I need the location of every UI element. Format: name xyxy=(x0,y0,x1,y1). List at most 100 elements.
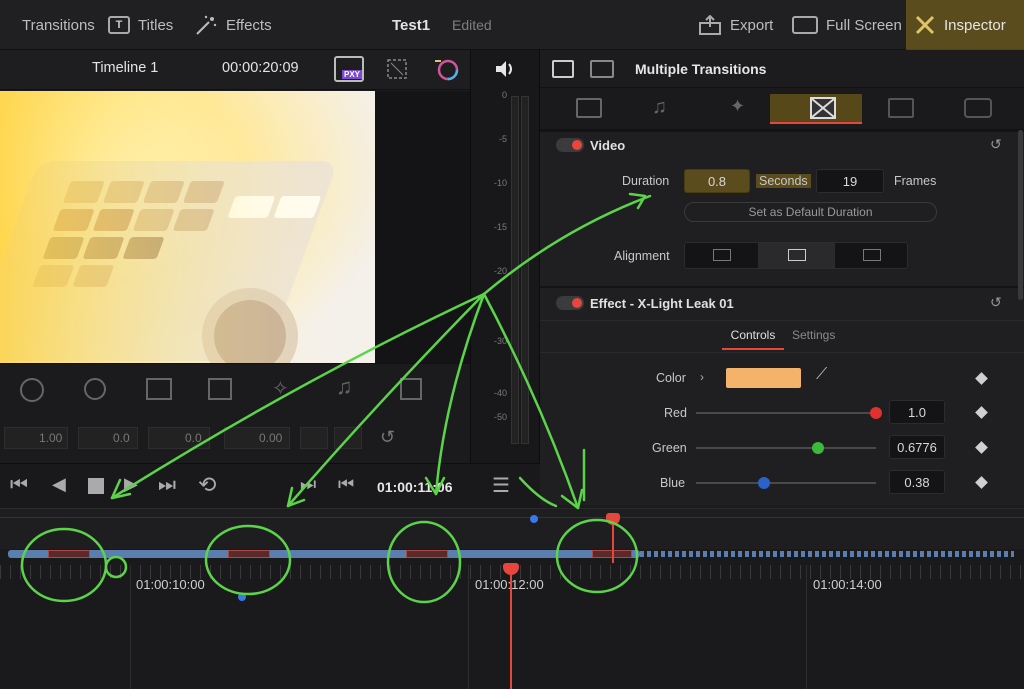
crop-icon[interactable] xyxy=(208,378,232,400)
sparkle-icon[interactable]: ✧ xyxy=(272,376,289,401)
align-start-button[interactable] xyxy=(835,243,909,268)
skip-to-end-icon[interactable]: ⏭ xyxy=(158,474,176,497)
divider xyxy=(540,352,1024,353)
meter-tick: -10 xyxy=(493,178,507,188)
duration-frames-input[interactable]: 19 xyxy=(816,169,884,193)
grid-line xyxy=(130,565,131,689)
keyframe-diamond-icon[interactable] xyxy=(975,476,988,489)
tab-controls[interactable]: Controls xyxy=(722,328,784,350)
viewer-frame[interactable] xyxy=(0,91,375,363)
blue-label: Blue xyxy=(660,476,686,490)
transitions-tab[interactable]: Transitions xyxy=(0,0,95,50)
last-frame-icon[interactable]: ⏮ xyxy=(338,474,354,495)
tilt-field[interactable]: 0.0 xyxy=(148,427,210,449)
chevron-right-icon[interactable]: › xyxy=(700,370,704,384)
keyframe-diamond-icon[interactable] xyxy=(975,406,988,419)
grid-line xyxy=(468,565,469,689)
green-slider-knob[interactable] xyxy=(811,442,824,454)
inspector-scrollbar[interactable] xyxy=(1018,130,1023,300)
music-icon[interactable]: ♫ xyxy=(336,374,353,400)
transition-tab-icon xyxy=(810,97,836,119)
timeline-clip-remaining[interactable] xyxy=(640,551,1014,557)
video-section-title: Video xyxy=(590,138,626,153)
keyframe-diamond-icon[interactable] xyxy=(975,441,988,454)
speaker-icon[interactable] xyxy=(493,58,519,80)
export-label: Export xyxy=(730,16,774,34)
audio-tab-icon[interactable]: ♫ xyxy=(652,96,667,119)
divider xyxy=(540,320,1024,321)
viewer-header: Timeline 1 00:00:20:09 PXY xyxy=(0,50,470,90)
duration-seconds-input[interactable]: 0.8 xyxy=(684,169,750,193)
loop-icon[interactable]: ⟲ xyxy=(198,472,216,498)
eyedropper-icon[interactable]: ⟋ xyxy=(816,366,827,384)
flip-horizontal-icon[interactable] xyxy=(300,427,328,449)
next-frame-icon[interactable]: ⏭ xyxy=(300,474,316,495)
green-slider[interactable] xyxy=(696,442,876,454)
3d-box-icon[interactable] xyxy=(146,378,172,400)
red-slider-knob[interactable] xyxy=(870,407,882,419)
image-icon[interactable] xyxy=(552,60,574,78)
top-toolbar: Transitions T Titles Effects Test1 Edite… xyxy=(0,0,1024,50)
effects-tab-icon[interactable]: ✦ xyxy=(730,96,745,117)
blue-value-input[interactable]: 0.38 xyxy=(889,470,945,494)
transition-tab[interactable] xyxy=(770,94,862,124)
speed-icon[interactable] xyxy=(84,378,106,400)
marker-dot[interactable] xyxy=(530,515,538,523)
video-tab-icon[interactable] xyxy=(576,98,602,118)
titles-tab[interactable]: T Titles xyxy=(108,0,173,50)
zoom-field[interactable]: 1.00 xyxy=(4,427,68,449)
align-end-button[interactable] xyxy=(685,243,759,268)
play-icon[interactable]: ▶ xyxy=(124,474,138,495)
color-swatch[interactable] xyxy=(726,368,801,388)
proxy-button[interactable]: PXY xyxy=(334,56,364,82)
timeline-clip[interactable] xyxy=(8,550,640,558)
position-field[interactable]: 0.0 xyxy=(78,427,138,449)
transition-marker[interactable] xyxy=(406,550,448,558)
reset-icon[interactable]: ↺ xyxy=(990,136,1002,153)
safe-area-icon[interactable] xyxy=(384,56,410,82)
reset-icon[interactable]: ↺ xyxy=(380,427,395,448)
stop-icon[interactable] xyxy=(88,478,104,494)
ruler-label: 01:00:10:00 xyxy=(136,577,205,592)
transition-marker[interactable] xyxy=(48,550,90,558)
effect-enable-toggle[interactable] xyxy=(556,296,584,310)
red-slider[interactable] xyxy=(696,407,882,419)
set-default-duration-button[interactable]: Set as Default Duration xyxy=(684,202,937,222)
image-tab-icon[interactable] xyxy=(888,98,914,118)
fullscreen-button[interactable]: Full Screen xyxy=(792,0,902,50)
viewer-tools: ✧ ♫ xyxy=(0,363,470,415)
meter-tick: -15 xyxy=(493,222,507,232)
tab-settings[interactable]: Settings xyxy=(792,328,835,342)
titles-label: Titles xyxy=(138,16,174,34)
align-center-button[interactable] xyxy=(759,243,835,268)
export-frame-icon[interactable] xyxy=(400,378,422,400)
color-wheel-icon[interactable] xyxy=(432,56,460,84)
playhead-line-top xyxy=(612,519,614,563)
upper-ruler xyxy=(0,509,1024,549)
rotation-field[interactable]: 0.00 xyxy=(224,427,290,449)
green-value-input[interactable]: 0.6776 xyxy=(889,435,945,459)
play-reverse-icon[interactable]: ◀ xyxy=(52,474,66,495)
export-button[interactable]: Export xyxy=(698,0,773,50)
inspector-title: Multiple Transitions xyxy=(635,61,767,77)
transition-marker[interactable] xyxy=(228,550,270,558)
tools-icon xyxy=(915,15,935,35)
skip-to-start-icon[interactable]: ⏮ xyxy=(10,474,28,497)
flip-vertical-icon[interactable] xyxy=(334,427,362,449)
file-tab-icon[interactable] xyxy=(964,98,992,118)
effects-tab[interactable]: Effects xyxy=(194,0,272,50)
blue-slider[interactable] xyxy=(696,477,876,489)
video-enable-toggle[interactable] xyxy=(556,138,584,152)
red-value-input[interactable]: 1.0 xyxy=(889,400,945,424)
timeline[interactable]: 01:00:10:00 01:00:12:00 01:00:14:00 xyxy=(0,508,1024,689)
menu-icon[interactable]: ☰ xyxy=(492,473,510,498)
blue-slider-knob[interactable] xyxy=(758,477,771,489)
reset-icon[interactable]: ↺ xyxy=(990,294,1002,311)
timeline-name[interactable]: Timeline 1 xyxy=(92,60,158,76)
split-view-icon[interactable] xyxy=(590,60,614,78)
keyframe-diamond-icon[interactable] xyxy=(975,372,988,385)
overlay-icon[interactable] xyxy=(20,378,44,402)
inspector-button[interactable]: Inspector xyxy=(906,0,1024,50)
align-center-icon xyxy=(788,249,806,261)
marker-dot[interactable] xyxy=(238,593,246,601)
